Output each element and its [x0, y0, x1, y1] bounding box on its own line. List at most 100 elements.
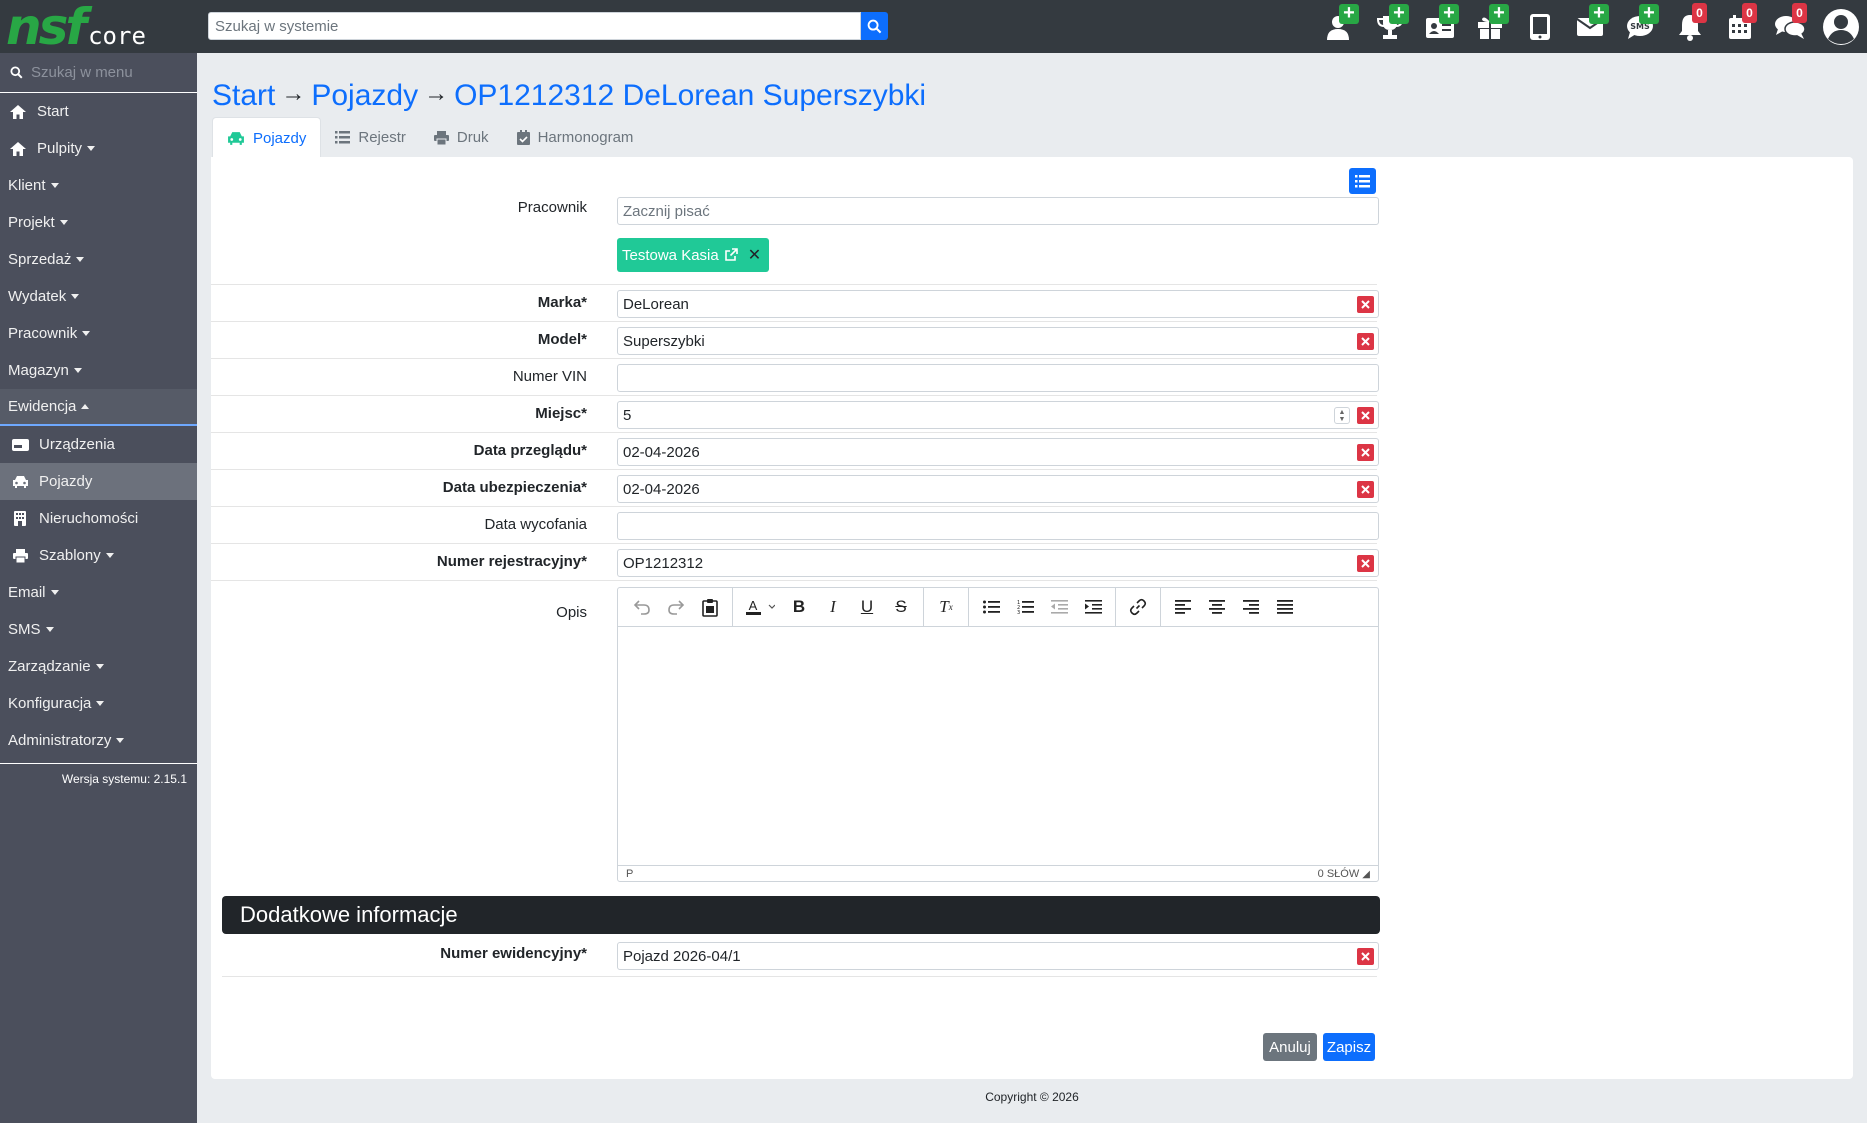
user-menu-button[interactable] — [1815, 0, 1867, 53]
sidebar-item-label: Start — [37, 103, 69, 120]
link-icon[interactable] — [1121, 593, 1155, 621]
clear-ewidencja-button[interactable] — [1357, 948, 1374, 965]
sidebar-item-start[interactable]: Start — [0, 93, 197, 130]
tablet-button[interactable] — [1515, 0, 1565, 53]
undo-icon[interactable] — [625, 593, 659, 621]
align-justify-icon[interactable] — [1268, 593, 1302, 621]
global-search-input[interactable] — [208, 12, 861, 40]
sidebar-item-nieruchomosci[interactable]: Nieruchomości — [0, 500, 197, 537]
sidebar-item-pracownik[interactable]: Pracownik — [0, 315, 197, 352]
clear-format-icon[interactable]: Tx — [929, 593, 963, 621]
clear-ubezpieczenie-button[interactable] — [1357, 481, 1374, 498]
resize-handle-icon[interactable]: ◢ — [1362, 869, 1370, 880]
tab-harmonogram[interactable]: Harmonogram — [503, 117, 648, 158]
add-gift-button[interactable]: + — [1465, 0, 1515, 53]
sidebar-item-magazyn[interactable]: Magazyn — [0, 352, 197, 389]
global-search — [208, 12, 888, 40]
sidebar-item-klient[interactable]: Klient — [0, 167, 197, 204]
text-color-icon[interactable]: A — [738, 593, 782, 621]
miejsc-input[interactable] — [623, 406, 1373, 424]
sidebar-item-zarzadzanie[interactable]: Zarządzanie — [0, 648, 197, 685]
tab-pojazdy[interactable]: Pojazdy — [212, 117, 322, 158]
clear-marka-button[interactable] — [1357, 296, 1374, 313]
top-icons: + + + + + SMS + 0 0 0 — [1315, 0, 1867, 53]
add-client-button[interactable]: + — [1315, 0, 1365, 53]
number-spinner[interactable]: ▲ ▼ — [1334, 407, 1350, 424]
paste-icon[interactable] — [693, 593, 727, 621]
chat-button[interactable]: 0 — [1765, 0, 1815, 53]
add-email-button[interactable]: + — [1565, 0, 1615, 53]
cancel-button[interactable]: Anuluj — [1263, 1033, 1317, 1061]
chevron-down-icon: ▼ — [1338, 415, 1346, 423]
sidebar-item-pojazdy[interactable]: Pojazdy — [0, 463, 197, 500]
rich-text-editor: A B I U S Tx 123 P 0 SŁÓW ◢ — [617, 587, 1379, 882]
bold-icon[interactable]: B — [782, 593, 816, 621]
sidebar-item-administratorzy[interactable]: Administratorzy — [0, 722, 197, 759]
clear-model-button[interactable] — [1357, 333, 1374, 350]
add-contact-button[interactable]: + — [1415, 0, 1465, 53]
app-logo[interactable]: nsf core — [0, 0, 197, 53]
sidebar-item-pulpity[interactable]: Pulpity — [0, 130, 197, 167]
chevron-down-icon — [95, 664, 104, 669]
editor-path[interactable]: P — [626, 868, 633, 880]
form-row-przeglad: Data przeglądu* — [211, 433, 1379, 470]
remove-tag-button[interactable]: ✕ — [748, 245, 761, 265]
sidebar-item-sms[interactable]: SMS — [0, 611, 197, 648]
clear-rejestracja-button[interactable] — [1357, 555, 1374, 572]
calendar-button[interactable]: 0 — [1715, 0, 1765, 53]
underline-icon[interactable]: U — [850, 593, 884, 621]
model-input[interactable] — [623, 332, 1373, 350]
save-button[interactable]: Zapisz — [1323, 1033, 1375, 1061]
vin-input[interactable] — [623, 369, 1373, 387]
miejsc-field: ▲▼ — [617, 401, 1379, 429]
add-trophy-button[interactable]: + — [1365, 0, 1415, 53]
sidebar-item-projekt[interactable]: Projekt — [0, 204, 197, 241]
editor-content[interactable] — [618, 627, 1378, 865]
sidebar-item-konfiguracja[interactable]: Konfiguracja — [0, 685, 197, 722]
breadcrumb-current[interactable]: OP1212312 DeLorean Superszybki — [454, 79, 926, 113]
sidebar-item-urzadzenia[interactable]: Urządzenia — [0, 426, 197, 463]
clear-miejsc-button[interactable] — [1357, 407, 1374, 424]
clear-przeglad-button[interactable] — [1357, 444, 1374, 461]
search-icon — [10, 66, 23, 79]
przeglad-input[interactable] — [623, 443, 1373, 461]
close-icon — [1361, 337, 1370, 346]
outdent-icon[interactable] — [1042, 593, 1076, 621]
redo-icon[interactable] — [659, 593, 693, 621]
tab-rejestr[interactable]: Rejestr — [321, 117, 420, 158]
add-sms-button[interactable]: SMS + — [1615, 0, 1665, 53]
sidebar-item-sprzedaz[interactable]: Sprzedaż — [0, 241, 197, 278]
breadcrumb-pojazdy[interactable]: Pojazdy — [311, 79, 418, 113]
sidebar-item-wydatek[interactable]: Wydatek — [0, 278, 197, 315]
menu-search-input[interactable] — [31, 64, 191, 81]
chevron-down-icon — [73, 368, 82, 373]
align-left-icon[interactable] — [1166, 593, 1200, 621]
indent-icon[interactable] — [1076, 593, 1110, 621]
bullet-list-icon[interactable] — [974, 593, 1008, 621]
pracownik-input[interactable] — [623, 202, 1373, 220]
numbered-list-icon[interactable]: 123 — [1008, 593, 1042, 621]
sidebar-item-label: Pulpity — [37, 140, 83, 157]
align-center-icon[interactable] — [1200, 593, 1234, 621]
rejestracja-input[interactable] — [623, 554, 1373, 572]
sidebar-item-szablony[interactable]: Szablony — [0, 537, 197, 574]
tab-druk[interactable]: Druk — [420, 117, 503, 158]
wycofanie-input[interactable] — [623, 517, 1373, 535]
sidebar-item-ewidencja[interactable]: Ewidencja — [0, 389, 197, 426]
tab-label: Pojazdy — [253, 129, 307, 147]
logo-mark: nsf — [6, 0, 87, 56]
global-search-button[interactable] — [861, 12, 888, 40]
strikethrough-icon[interactable]: S — [884, 593, 918, 621]
breadcrumb-start[interactable]: Start — [212, 79, 275, 113]
notifications-button[interactable]: 0 — [1665, 0, 1715, 53]
external-link-icon[interactable] — [724, 248, 738, 262]
align-right-icon[interactable] — [1234, 593, 1268, 621]
ewidencja-input[interactable] — [623, 947, 1373, 965]
sidebar-item-label: Konfiguracja — [8, 695, 92, 712]
tag-label[interactable]: Testowa Kasia — [622, 247, 719, 264]
marka-input[interactable] — [623, 295, 1373, 313]
chevron-up-icon: ▲ — [1338, 408, 1346, 416]
ubezpieczenie-input[interactable] — [623, 480, 1373, 498]
italic-icon[interactable]: I — [816, 593, 850, 621]
sidebar-item-email[interactable]: Email — [0, 574, 197, 611]
